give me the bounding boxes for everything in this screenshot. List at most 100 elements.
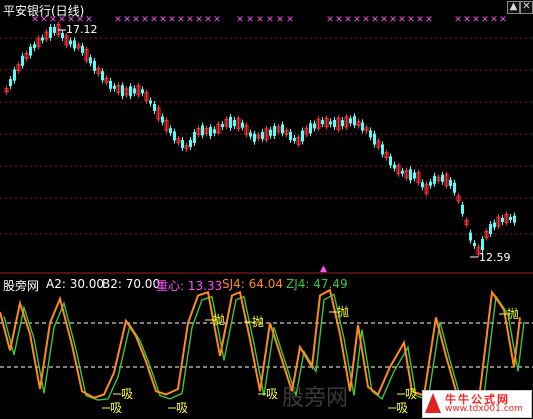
candle-body [173,131,176,141]
candle-body [329,121,332,125]
top-marker: ✕ [159,15,167,25]
indicator-b2: B2: 70.00 [102,277,161,291]
candle-body [293,137,296,141]
candle-body [169,128,172,134]
watermark-text: 股旁网 [282,386,349,411]
top-marker: ✕ [326,15,334,25]
top-marker: ✕ [454,15,462,25]
candle-body [333,119,336,127]
candle-body [469,232,472,241]
candle-body [149,100,152,104]
candle-body [461,204,464,214]
candle-body [241,122,244,128]
candle-body [93,60,96,71]
candle-body [101,71,104,81]
candle-body [489,224,492,234]
candle-body [409,169,412,181]
top-marker: ✕ [132,15,140,25]
top-marker: ✕ [335,15,343,25]
indicator-sj4: SJ4: 64.04 [222,277,284,291]
top-marker: ✕ [416,15,424,25]
candle-body [73,40,76,49]
candle-body [269,129,272,136]
low-price-label: 12.59 [479,251,511,264]
candle-body [181,140,184,148]
candle-body [9,79,12,87]
badge-url: www.tdx001.com [445,404,523,414]
candle-body [189,140,192,147]
sell-signal-label: 抛 [507,306,519,321]
candle-body [309,123,312,134]
candle-body [353,116,356,126]
indicator-series [0,288,533,401]
candle-body [41,37,44,41]
top-marker: ✕ [114,15,122,25]
candle-body [261,131,264,139]
site-badge: 牛牛公式网 www.tdx001.com [422,390,532,418]
candle-body [33,44,36,49]
candle-body [369,130,372,138]
logo-icon [425,393,441,413]
top-marker: ✕ [425,15,433,25]
candle-body [13,69,16,81]
candle-body [349,118,352,124]
candle-body [49,26,52,38]
candle-body [481,239,484,250]
close-icon[interactable]: ✕ [520,1,533,14]
sell-signal-label: 抛 [252,314,264,329]
top-marker: ✕ [246,15,254,25]
candlestick-series [4,21,516,257]
candle-body [493,222,496,228]
candle-body [21,55,24,66]
candle-body [421,182,424,188]
buy-signal-label: 吸 [176,401,188,415]
candle-body [321,120,324,125]
top-marker: ✕ [266,15,274,25]
top-marker: ✕ [123,15,131,25]
candle-body [281,124,284,134]
indicator-a2: A2: 30.00 [46,277,105,291]
candle-body [69,40,72,45]
top-marker: ✕ [276,15,284,25]
top-marker: ✕ [236,15,244,25]
top-marker: ✕ [407,15,415,25]
buy-signal-label: 吸 [266,387,278,401]
top-marker: ✕ [472,15,480,25]
candle-body [113,85,116,89]
grid-lines [0,37,533,274]
candle-body [501,218,504,222]
top-marker: ✕ [362,15,370,25]
candle-body [141,89,144,94]
top-marker: ✕ [256,15,264,25]
sj4-line [0,288,521,399]
candle-body [381,144,384,155]
candle-body [361,122,364,131]
candle-body [513,215,516,223]
candle-body [109,80,112,89]
candle-body [373,133,376,145]
top-marker: ✕ [481,15,489,25]
top-marker: ✕ [168,15,176,25]
candle-body [161,116,164,123]
top-marker: ✕ [150,15,158,25]
candle-body [401,170,404,174]
buy-signal-label: 吸 [121,387,133,401]
top-marker: ✕ [195,15,203,25]
candle-body [389,156,392,166]
candle-body [81,45,84,53]
buy-signal-label: 吸 [405,387,417,401]
candle-body [441,174,444,182]
top-marker: ✕ [344,15,352,25]
candle-body [53,26,56,33]
candle-body [61,33,64,38]
candle-body [301,130,304,142]
candle-body [201,125,204,136]
chart-canvas: ✕ ✕ ✕ ✕ ✕ ✕ ✕ ✕ ✕ ✕ ✕ ✕ ✕ ✕ ✕ ✕ ✕ ✕ ✕ ✕ ✕ ✕ ✕ ✕ ✕ ✕ ✕ ✕ ✕ ✕ ✕ ✕ ✕ ✕ ✕ ✕ ✕ ✕ ✕ ✕… [0,15,533,415]
triangle-up-icon[interactable]: ▲ [507,1,520,14]
candle-body [509,217,512,220]
top-marker: ✕ [204,15,212,25]
candle-body [153,104,156,111]
top-markers: ✕ ✕ ✕ ✕ ✕ ✕ ✕ ✕ ✕ ✕ ✕ ✕ ✕ ✕ ✕ ✕ ✕ ✕ ✕ ✕ ✕ ✕ ✕ ✕ ✕ ✕ ✕ ✕ ✕ ✕ ✕ ✕ ✕ ✕ ✕ ✕ ✕ ✕ ✕ ✕… [31,15,507,25]
indicator-zj4: ZJ4: 47.49 [286,277,348,291]
candle-body [473,243,476,246]
